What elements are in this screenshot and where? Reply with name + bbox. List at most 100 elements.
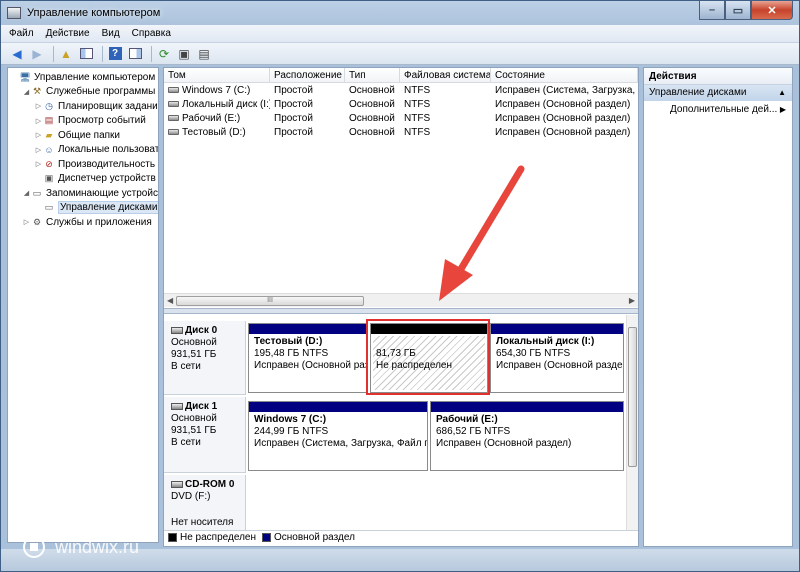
scroll-thumb[interactable]: III bbox=[176, 296, 364, 306]
legend-unallocated: Не распределен bbox=[180, 532, 256, 543]
disk-1-label[interactable]: Диск 1 Основной 931,51 ГБ В сети bbox=[164, 397, 246, 473]
disk-0-label[interactable]: Диск 0 Основной 931,51 ГБ В сети bbox=[164, 321, 246, 395]
table-row[interactable]: Windows 7 (C:) Простой Основной NTFS Исправе… bbox=[164, 84, 638, 98]
show-hide-tree-icon[interactable] bbox=[78, 46, 94, 62]
tree-item-label: Общие папки bbox=[58, 129, 121, 141]
table-row[interactable]: Локальный диск (I:) Простой Основной NTFS Ис… bbox=[164, 98, 638, 112]
table-cell: Основной bbox=[349, 113, 395, 124]
table-cell: Простой bbox=[274, 85, 313, 96]
table-cell: NTFS bbox=[404, 85, 431, 96]
up-folder-icon[interactable]: ▲ bbox=[58, 46, 74, 62]
properties-icon[interactable] bbox=[127, 46, 143, 62]
volume-name-cell: Тестовый (D:) bbox=[164, 126, 270, 140]
close-button[interactable]: ✕ bbox=[751, 1, 793, 20]
partition-i[interactable]: Локальный диск (I:) 654,30 ГБ NTFS Испра… bbox=[490, 323, 624, 393]
expander-icon[interactable]: ▷ bbox=[34, 160, 43, 168]
menu-view[interactable]: Вид bbox=[102, 28, 120, 39]
users-icon: ☺ bbox=[44, 144, 54, 155]
refresh-icon[interactable]: ⟳ bbox=[156, 46, 172, 62]
partition-i-size: 654,30 ГБ NTFS bbox=[496, 348, 571, 359]
partition-c[interactable]: Windows 7 (C:) 244,99 ГБ NTFS Исправен (… bbox=[248, 401, 428, 471]
drive-icon bbox=[168, 129, 179, 136]
computer-icon: 🖥 bbox=[19, 71, 31, 82]
expander-icon[interactable]: ◢ bbox=[22, 88, 31, 96]
table-row[interactable]: Тестовый (D:) Простой Основной NTFS Исправен… bbox=[164, 126, 638, 140]
partition-d[interactable]: Тестовый (D:) 195,48 ГБ NTFS Исправен (О… bbox=[248, 323, 368, 393]
tree-item[interactable]: ▷ ⊘ Производительность bbox=[8, 157, 158, 172]
app-icon bbox=[7, 7, 21, 19]
maximize-button[interactable]: ▭ bbox=[725, 1, 751, 20]
device-manager-icon: ▣ bbox=[44, 173, 54, 184]
expander-icon[interactable]: ▷ bbox=[22, 218, 31, 226]
tree-item[interactable]: ◢ ⚒ Служебные программы bbox=[8, 85, 158, 100]
partition-e[interactable]: Рабочий (E:) 686,52 ГБ NTFS Исправен (Ос… bbox=[430, 401, 624, 471]
expander-icon[interactable]: ▷ bbox=[34, 117, 43, 125]
expander-icon[interactable]: ▷ bbox=[34, 102, 43, 110]
rescan-disks-icon[interactable]: ▣ bbox=[176, 46, 192, 62]
scroll-left-icon[interactable]: ◀ bbox=[167, 296, 173, 305]
disk-view-scrollbar[interactable] bbox=[626, 315, 638, 536]
legend: Не распределен Основной раздел bbox=[164, 530, 638, 544]
column-type[interactable]: Тип bbox=[345, 68, 400, 82]
cdrom-icon bbox=[171, 480, 183, 488]
table-cell: Исправен (Основной раздел) bbox=[495, 127, 631, 138]
watermark-text: windwix.ru bbox=[55, 536, 140, 557]
column-filesystem[interactable]: Файловая система bbox=[400, 68, 491, 82]
tree-item[interactable]: ▷ ▰ Общие папки bbox=[8, 128, 158, 143]
tree-item-label: Службы и приложения bbox=[46, 216, 152, 228]
disk-properties-icon[interactable]: ▤ bbox=[196, 46, 212, 62]
table-cell: Основной bbox=[349, 85, 395, 96]
back-icon[interactable]: ◀ bbox=[9, 46, 25, 62]
main-window: Управление компьютером – ▭ ✕ Файл Действ… bbox=[0, 0, 800, 572]
disk-1-type: Основной bbox=[171, 413, 217, 424]
event-log-icon: ▤ bbox=[44, 115, 54, 126]
disk-0-name: Диск 0 bbox=[185, 325, 218, 336]
tree-item[interactable]: ▷ ☺ Локальные пользовате bbox=[8, 143, 158, 158]
tree-item[interactable]: 🖥 Управление компьютером (л bbox=[8, 70, 158, 85]
tree-item[interactable]: ▭ Управление дисками bbox=[8, 201, 158, 216]
expander-icon[interactable]: ◢ bbox=[22, 189, 31, 197]
volume-name-cell: Рабочий (E:) bbox=[164, 112, 270, 126]
partition-d-name: Тестовый (D:) bbox=[254, 336, 323, 347]
menu-action[interactable]: Действие bbox=[46, 28, 90, 39]
menu-bar: Файл Действие Вид Справка bbox=[1, 25, 799, 43]
cdrom-label[interactable]: CD-ROM 0 DVD (F:) Нет носителя bbox=[164, 475, 246, 535]
partition-e-status: Исправен (Основной раздел) bbox=[436, 438, 572, 449]
volume-list-scrollbar[interactable]: ◀ III ▶ bbox=[164, 293, 638, 307]
scroll-thumb[interactable] bbox=[628, 327, 637, 467]
menu-file[interactable]: Файл bbox=[9, 28, 34, 39]
column-layout[interactable]: Расположение bbox=[270, 68, 345, 82]
collapse-icon[interactable]: ▲ bbox=[778, 85, 786, 101]
tree-item[interactable]: ◢ ▭ Запоминающие устройст bbox=[8, 186, 158, 201]
tree-item-label: Управление компьютером (л bbox=[34, 71, 159, 83]
disk-1-name: Диск 1 bbox=[185, 401, 218, 412]
tree-item[interactable]: ▷ ▤ Просмотр событий bbox=[8, 114, 158, 129]
submenu-arrow-icon: ▶ bbox=[779, 105, 786, 114]
disk-0-status: В сети bbox=[171, 361, 201, 372]
help-icon[interactable]: ? bbox=[107, 46, 123, 62]
tree-item[interactable]: ▷ ◷ Планировщик заданий bbox=[8, 99, 158, 114]
table-cell: Простой bbox=[274, 127, 313, 138]
window-title: Управление компьютером bbox=[27, 7, 161, 19]
pane-splitter[interactable] bbox=[164, 308, 638, 314]
forward-icon[interactable]: ▶ bbox=[29, 46, 45, 62]
cdrom-status: Нет носителя bbox=[171, 517, 234, 528]
expander-icon[interactable]: ▷ bbox=[34, 146, 43, 154]
partition-c-status: Исправен (Система, Загрузка, Файл по bbox=[254, 438, 427, 449]
table-row[interactable]: Рабочий (E:) Простой Основной NTFS Исправен … bbox=[164, 112, 638, 126]
watermark-logo-icon bbox=[23, 536, 45, 558]
more-actions-item[interactable]: Дополнительные дей... ▶ bbox=[644, 101, 792, 117]
actions-section[interactable]: Управление дисками ▲ bbox=[644, 85, 792, 101]
expander-icon[interactable]: ▷ bbox=[34, 131, 43, 139]
column-status[interactable]: Состояние bbox=[491, 68, 638, 82]
tree-item[interactable]: ▷ ⚙ Службы и приложения bbox=[8, 215, 158, 230]
drive-icon bbox=[168, 87, 179, 94]
minimize-button[interactable]: – bbox=[699, 1, 725, 20]
menu-help[interactable]: Справка bbox=[132, 28, 171, 39]
tree-item[interactable]: ▣ Диспетчер устройств bbox=[8, 172, 158, 187]
tree-item-label: Просмотр событий bbox=[58, 115, 146, 127]
column-volume[interactable]: Том bbox=[164, 68, 270, 82]
disk-management-icon: ▭ bbox=[44, 202, 54, 213]
scroll-right-icon[interactable]: ▶ bbox=[629, 296, 635, 305]
table-cell: Простой bbox=[274, 113, 313, 124]
